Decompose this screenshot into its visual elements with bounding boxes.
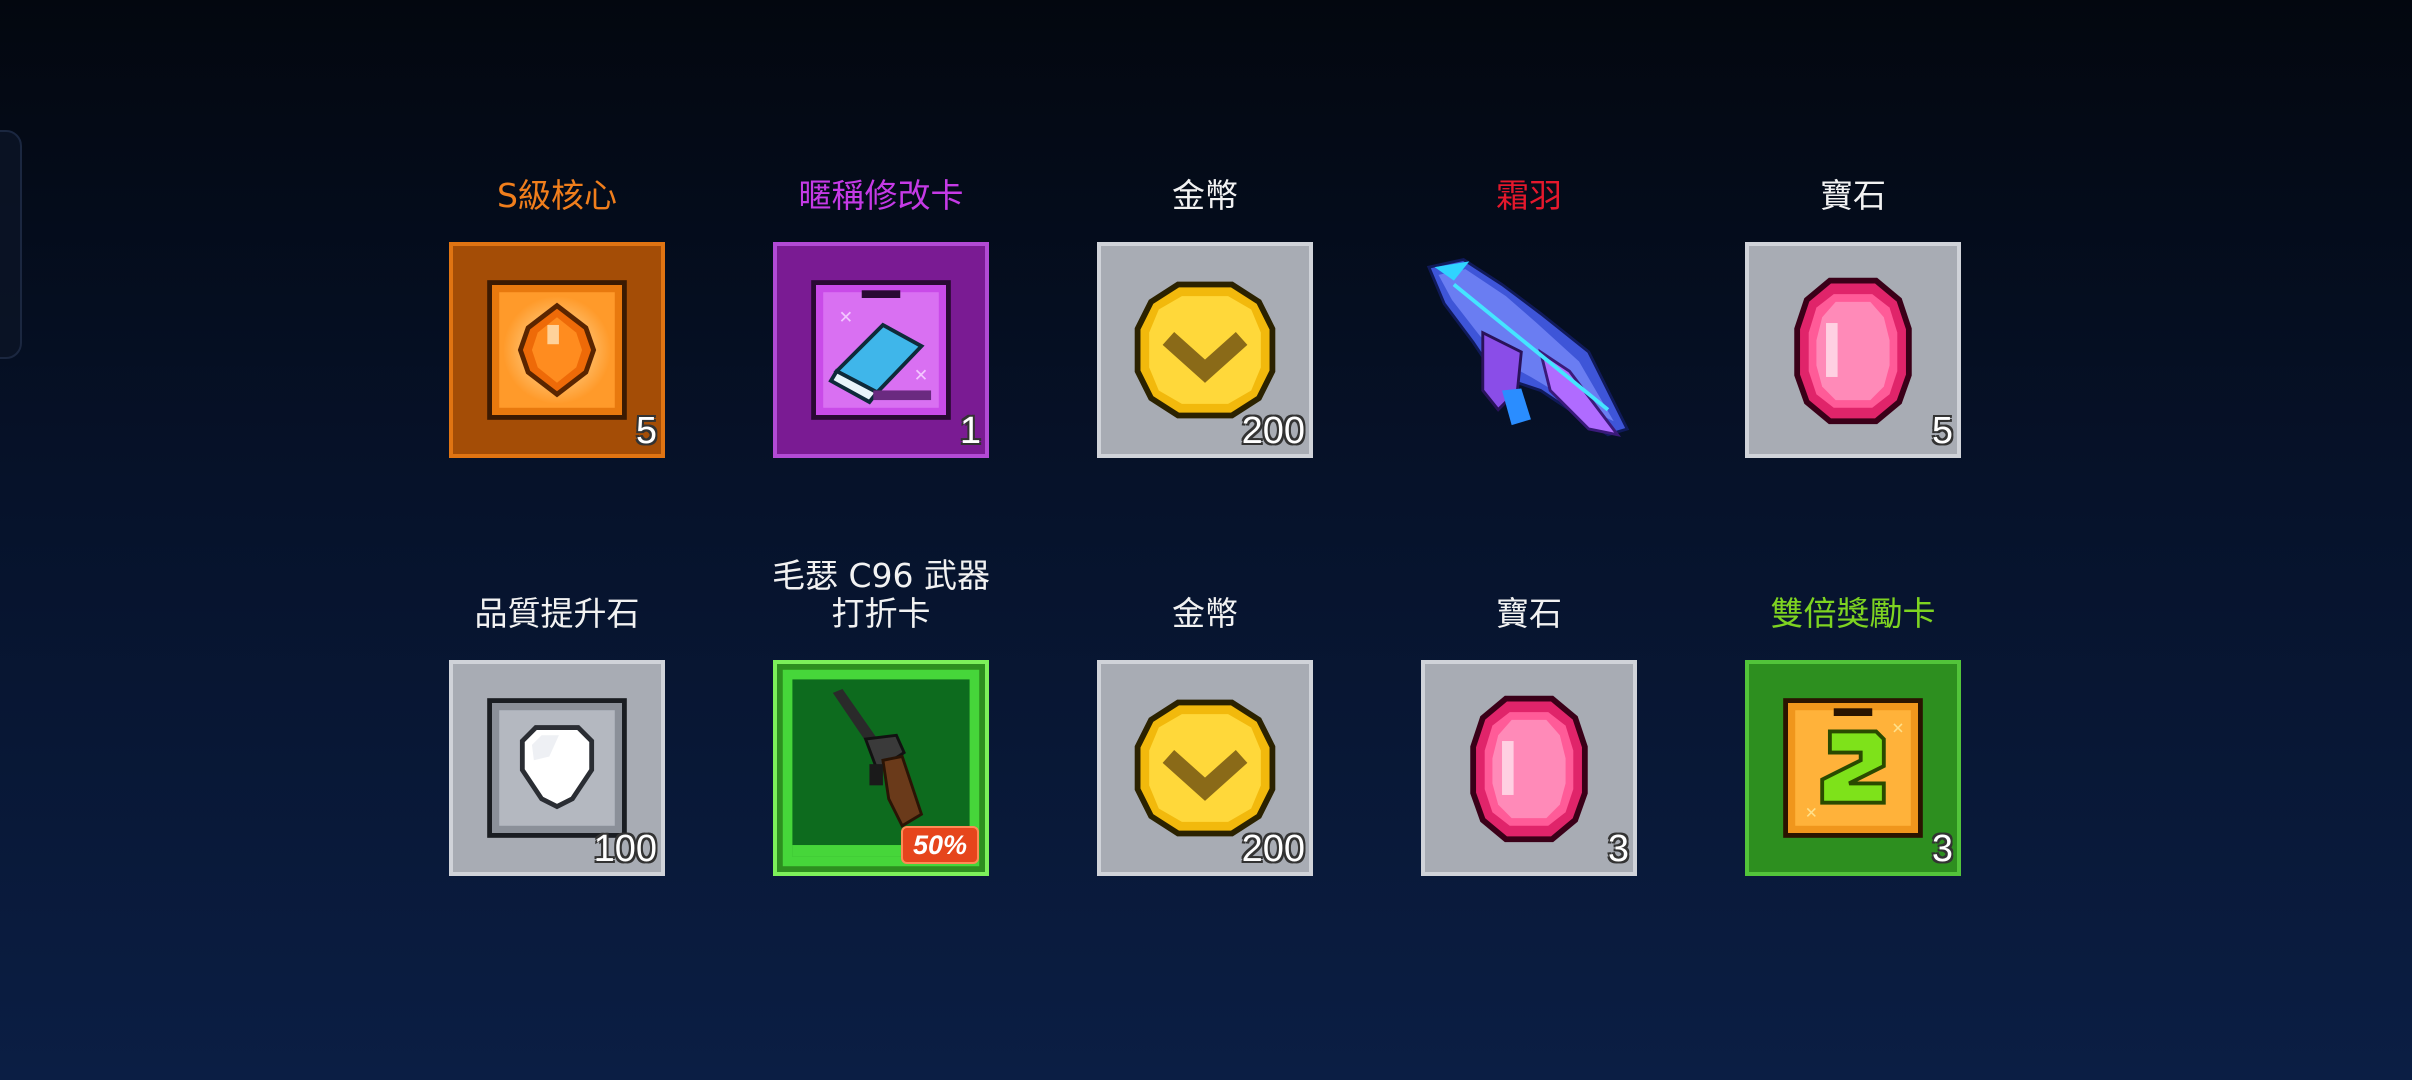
reward-tile[interactable]: 5 xyxy=(1745,242,1961,458)
reward-nickname-card[interactable]: 暱稱修改卡 ✕ ✕ 1 xyxy=(773,137,989,517)
reward-tile[interactable]: ✕ ✕ 3 xyxy=(1745,660,1961,876)
reward-name: 寶石 xyxy=(1496,594,1562,633)
pink-gem-icon xyxy=(1794,277,1912,425)
reward-coins-2[interactable]: 金幣 200 xyxy=(1097,555,1313,935)
reward-quality-stone[interactable]: 品質提升石 100 xyxy=(449,555,665,935)
reward-name-line: 毛瑟 C96 武器 xyxy=(771,556,990,595)
reward-tile[interactable]: 200 xyxy=(1097,660,1313,876)
reward-name: 金幣 xyxy=(1172,594,1238,633)
reward-coins[interactable]: 金幣 200 xyxy=(1097,137,1313,517)
reward-name: S級核心 xyxy=(497,176,617,215)
quantity-label: 100 xyxy=(593,828,657,870)
reward-tile[interactable]: 50% xyxy=(773,660,989,876)
reward-name-line: 打折卡 xyxy=(831,594,931,633)
quantity-label: 200 xyxy=(1241,410,1305,452)
svg-text:✕: ✕ xyxy=(1805,804,1818,822)
reward-name: 雙倍獎勵卡 xyxy=(1770,594,1936,633)
quantity-label: 3 xyxy=(1607,828,1629,870)
reward-name: 毛瑟 C96 武器 打折卡 xyxy=(743,555,1019,645)
double-reward-card-icon: ✕ ✕ xyxy=(1783,698,1923,838)
reward-name: 霜羽 xyxy=(1496,176,1562,215)
reward-mauser-discount-card[interactable]: 毛瑟 C96 武器 打折卡 50% xyxy=(772,555,990,935)
pink-gem-icon xyxy=(1470,695,1588,843)
reward-name: 金幣 xyxy=(1172,176,1238,215)
reward-tile[interactable]: ✕ ✕ 1 xyxy=(773,242,989,458)
reward-gems[interactable]: 寶石 5 xyxy=(1745,137,1961,517)
eraser-card-icon: ✕ ✕ xyxy=(811,280,951,420)
discount-badge: 50% xyxy=(900,826,979,864)
reward-frost-wing[interactable]: 霜羽 xyxy=(1421,137,1637,517)
svg-text:✕: ✕ xyxy=(914,366,929,386)
reward-double-card[interactable]: 雙倍獎勵卡 ✕ ✕ 3 xyxy=(1745,555,1961,935)
quantity-label: 3 xyxy=(1931,828,1953,870)
reward-name: 品質提升石 xyxy=(474,594,640,633)
svg-text:✕: ✕ xyxy=(839,308,854,328)
reward-s-core[interactable]: S級核心 5 xyxy=(449,137,665,517)
reward-tile[interactable]: 200 xyxy=(1097,242,1313,458)
orange-core-icon xyxy=(487,280,627,420)
side-panel-tab[interactable] xyxy=(0,130,22,359)
reward-tile[interactable]: 100 xyxy=(449,660,665,876)
reward-tile[interactable]: 3 xyxy=(1421,660,1637,876)
reward-gems-2[interactable]: 寶石 3 xyxy=(1421,555,1637,935)
reward-name: 暱稱修改卡 xyxy=(798,176,964,215)
quantity-label: 1 xyxy=(959,410,981,452)
frost-wing-gun-icon xyxy=(1426,257,1630,437)
reward-tile[interactable] xyxy=(1421,242,1637,458)
quantity-label: 200 xyxy=(1241,828,1305,870)
reward-tile[interactable]: 5 xyxy=(449,242,665,458)
reward-name: 寶石 xyxy=(1820,176,1886,215)
svg-text:✕: ✕ xyxy=(1892,719,1905,737)
quantity-label: 5 xyxy=(1931,410,1953,452)
quantity-label: 5 xyxy=(635,410,657,452)
